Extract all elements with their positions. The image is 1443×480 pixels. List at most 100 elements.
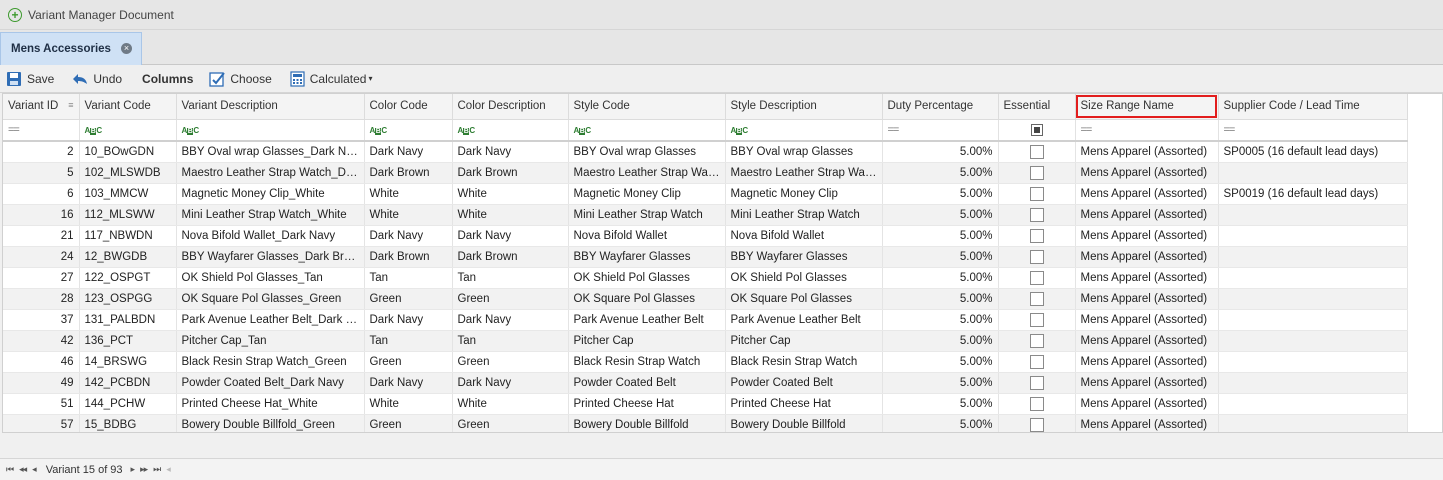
cell-style-description[interactable]: BBY Wayfarer Glasses <box>725 246 883 268</box>
cell-essential[interactable] <box>998 330 1076 352</box>
cell-color-code[interactable]: Dark Navy <box>364 225 453 247</box>
cell-variant-description[interactable]: Bowery Double Billfold_Green <box>176 414 365 432</box>
essential-checkbox[interactable] <box>1029 333 1044 348</box>
cell-style-code[interactable]: Nova Bifold Wallet <box>568 225 726 247</box>
cell-size-range-name[interactable]: Mens Apparel (Assorted) <box>1075 372 1219 394</box>
last-page-icon[interactable]: ⏭ <box>153 464 161 475</box>
cell-variant-description[interactable]: Magnetic Money Clip_White <box>176 183 365 205</box>
cell-color-code[interactable]: Tan <box>364 267 453 289</box>
cell-style-code[interactable]: Maestro Leather Strap Watch <box>568 162 726 184</box>
cell-variant-code[interactable]: 123_OSPGG <box>79 288 177 310</box>
cell-supplier-code[interactable] <box>1218 246 1408 268</box>
cell-essential[interactable] <box>998 204 1076 226</box>
essential-checkbox[interactable] <box>1029 396 1044 411</box>
cell-style-code[interactable]: Powder Coated Belt <box>568 372 726 394</box>
filter-text-icon[interactable]: ABC <box>364 119 453 142</box>
cell-essential[interactable] <box>998 351 1076 373</box>
table-row[interactable]: 57 15_BDBG Bowery Double Billfold_Green Gre… <box>3 414 1408 432</box>
cell-style-code[interactable]: Pitcher Cap <box>568 330 726 352</box>
scroll-left-icon[interactable]: ◂ <box>166 464 170 475</box>
cell-color-description[interactable]: Tan <box>452 330 569 352</box>
cell-variant-description[interactable]: Pitcher Cap_Tan <box>176 330 365 352</box>
cell-duty-percentage[interactable]: 5.00% <box>882 309 999 331</box>
col-header-color-description[interactable]: Color Description <box>452 94 569 120</box>
cell-supplier-code[interactable]: SP0005 (16 default lead days) <box>1218 141 1408 163</box>
col-header-duty-percentage[interactable]: Duty Percentage <box>882 94 999 120</box>
cell-variant-code[interactable]: 103_MMCW <box>79 183 177 205</box>
cell-duty-percentage[interactable]: 5.00% <box>882 204 999 226</box>
col-header-supplier-code[interactable]: Supplier Code / Lead Time <box>1218 94 1408 120</box>
cell-size-range-name[interactable]: Mens Apparel (Assorted) <box>1075 162 1219 184</box>
cell-variant-code[interactable]: 12_BWGDB <box>79 246 177 268</box>
cell-supplier-code[interactable] <box>1218 414 1408 432</box>
cell-size-range-name[interactable]: Mens Apparel (Assorted) <box>1075 267 1219 289</box>
table-row[interactable]: 28 123_OSPGG OK Square Pol Glasses_Green Gr… <box>3 288 1408 310</box>
cell-supplier-code[interactable] <box>1218 204 1408 226</box>
cell-supplier-code[interactable] <box>1218 330 1408 352</box>
essential-checkbox[interactable] <box>1029 144 1044 159</box>
cell-size-range-name[interactable]: Mens Apparel (Assorted) <box>1075 204 1219 226</box>
cell-duty-percentage[interactable]: 5.00% <box>882 183 999 205</box>
cell-variant-id[interactable]: 21 <box>3 225 80 247</box>
cell-variant-description[interactable]: BBY Oval wrap Glasses_Dark Navy <box>176 141 365 163</box>
cell-color-description[interactable]: White <box>452 393 569 415</box>
cell-variant-id[interactable]: 5 <box>3 162 80 184</box>
choose-button[interactable]: Choose <box>203 65 277 93</box>
filter-equals-icon[interactable]: == <box>882 119 999 142</box>
cell-color-description[interactable]: Dark Navy <box>452 141 569 163</box>
table-row[interactable]: 27 122_OSPGT OK Shield Pol Glasses_Tan Tan T… <box>3 267 1408 289</box>
cell-supplier-code[interactable] <box>1218 351 1408 373</box>
table-row[interactable]: 21 117_NBWDN Nova Bifold Wallet_Dark Navy D… <box>3 225 1408 247</box>
cell-duty-percentage[interactable]: 5.00% <box>882 267 999 289</box>
cell-color-description[interactable]: White <box>452 183 569 205</box>
cell-color-description[interactable]: Dark Brown <box>452 162 569 184</box>
cell-variant-description[interactable]: Nova Bifold Wallet_Dark Navy <box>176 225 365 247</box>
cell-color-code[interactable]: Green <box>364 351 453 373</box>
cell-variant-description[interactable]: OK Shield Pol Glasses_Tan <box>176 267 365 289</box>
cell-variant-code[interactable]: 144_PCHW <box>79 393 177 415</box>
cell-duty-percentage[interactable]: 5.00% <box>882 414 999 432</box>
cell-style-description[interactable]: OK Square Pol Glasses <box>725 288 883 310</box>
cell-color-code[interactable]: Dark Brown <box>364 246 453 268</box>
cell-size-range-name[interactable]: Mens Apparel (Assorted) <box>1075 183 1219 205</box>
filter-checkbox[interactable] <box>998 119 1076 142</box>
cell-variant-description[interactable]: Powder Coated Belt_Dark Navy <box>176 372 365 394</box>
cell-variant-code[interactable]: 15_BDBG <box>79 414 177 432</box>
cell-style-code[interactable]: BBY Oval wrap Glasses <box>568 141 726 163</box>
essential-checkbox[interactable] <box>1029 375 1044 390</box>
cell-variant-code[interactable]: 131_PALBDN <box>79 309 177 331</box>
cell-variant-code[interactable]: 117_NBWDN <box>79 225 177 247</box>
col-header-variant-code[interactable]: Variant Code <box>79 94 177 120</box>
essential-checkbox[interactable] <box>1029 291 1044 306</box>
save-button[interactable]: Save <box>0 65 60 93</box>
cell-size-range-name[interactable]: Mens Apparel (Assorted) <box>1075 225 1219 247</box>
cell-style-code[interactable]: OK Shield Pol Glasses <box>568 267 726 289</box>
cell-color-description[interactable]: Dark Navy <box>452 225 569 247</box>
cell-supplier-code[interactable] <box>1218 288 1408 310</box>
cell-supplier-code[interactable] <box>1218 309 1408 331</box>
cell-variant-description[interactable]: Mini Leather Strap Watch_White <box>176 204 365 226</box>
filter-equals-icon[interactable]: == <box>1218 119 1408 142</box>
filter-text-icon[interactable]: ABC <box>79 119 177 142</box>
cell-style-code[interactable]: Park Avenue Leather Belt <box>568 309 726 331</box>
table-row[interactable]: 49 142_PCBDN Powder Coated Belt_Dark Navy D… <box>3 372 1408 394</box>
essential-checkbox[interactable] <box>1029 228 1044 243</box>
cell-variant-code[interactable]: 102_MLSWDB <box>79 162 177 184</box>
cell-variant-description[interactable]: Maestro Leather Strap Watch_Dar... <box>176 162 365 184</box>
cell-style-description[interactable]: Park Avenue Leather Belt <box>725 309 883 331</box>
cell-supplier-code[interactable] <box>1218 393 1408 415</box>
cell-essential[interactable] <box>998 183 1076 205</box>
cell-style-description[interactable]: Magnetic Money Clip <box>725 183 883 205</box>
table-row[interactable]: 42 136_PCT Pitcher Cap_Tan Tan Tan Pitcher Ca… <box>3 330 1408 352</box>
cell-variant-id[interactable]: 57 <box>3 414 80 432</box>
cell-style-description[interactable]: OK Shield Pol Glasses <box>725 267 883 289</box>
cell-essential[interactable] <box>998 225 1076 247</box>
filter-text-icon[interactable]: ABC <box>725 119 883 142</box>
cell-variant-id[interactable]: 49 <box>3 372 80 394</box>
essential-checkbox[interactable] <box>1029 270 1044 285</box>
cell-essential[interactable] <box>998 162 1076 184</box>
cell-size-range-name[interactable]: Mens Apparel (Assorted) <box>1075 309 1219 331</box>
cell-size-range-name[interactable]: Mens Apparel (Assorted) <box>1075 414 1219 432</box>
cell-variant-description[interactable]: Black Resin Strap Watch_Green <box>176 351 365 373</box>
cell-color-description[interactable]: Dark Navy <box>452 372 569 394</box>
